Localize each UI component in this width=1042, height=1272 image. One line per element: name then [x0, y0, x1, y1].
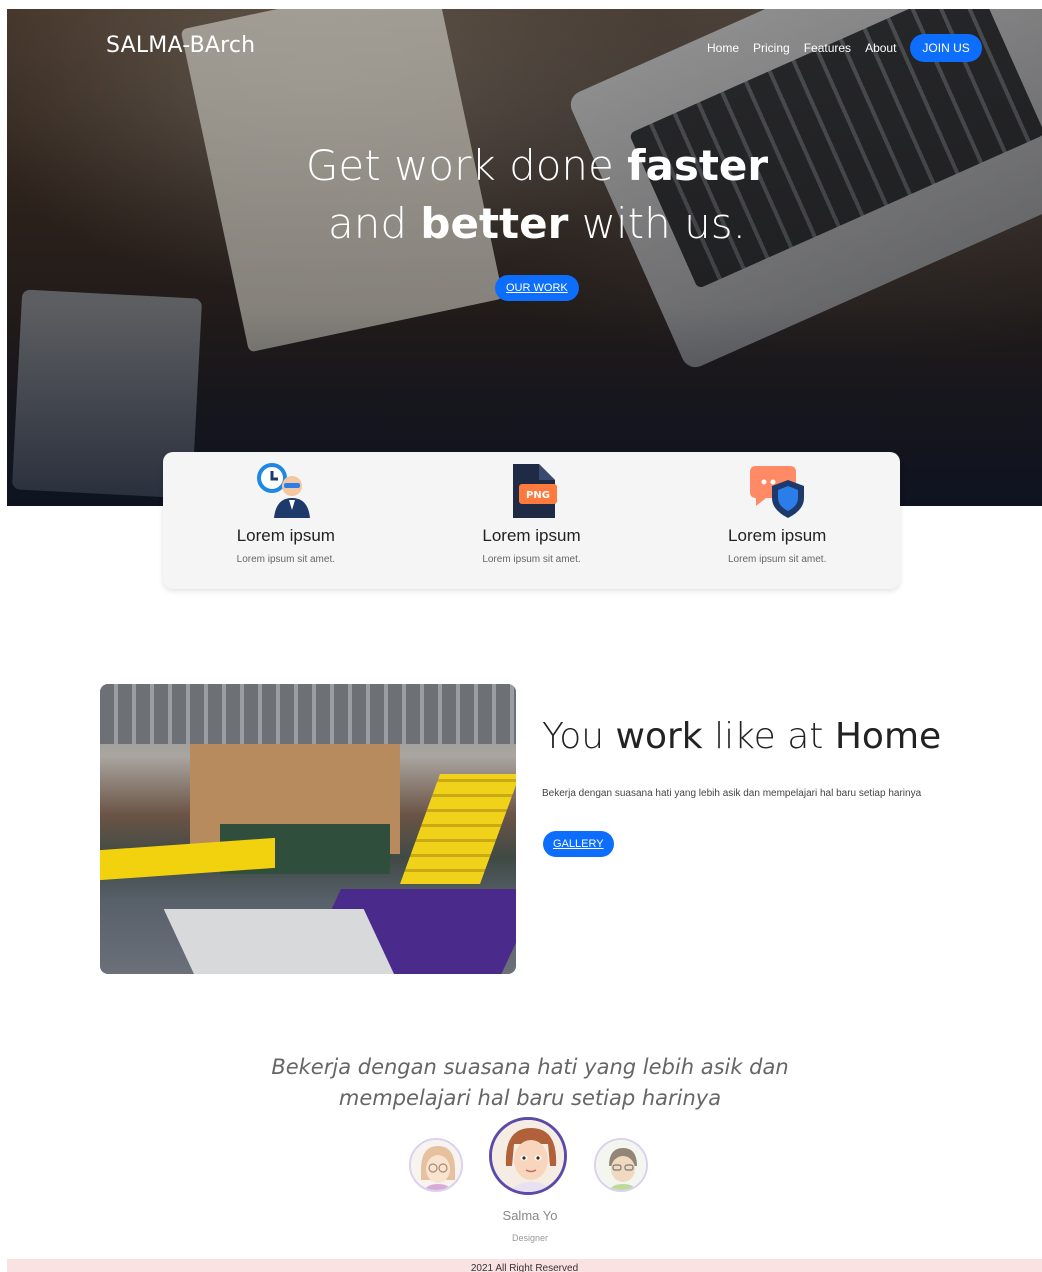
testimonial-quote: Bekerja dengan suasana hati yang lebih a…: [0, 1052, 1042, 1114]
hero-emphasis-faster: faster: [627, 141, 769, 190]
main-nav: Home Pricing Features About JOIN US: [707, 34, 982, 62]
join-us-button[interactable]: JOIN US: [910, 34, 982, 62]
hero-text: and: [328, 199, 421, 248]
feature-title: Lorem ipsum: [236, 526, 335, 545]
our-work-button[interactable]: OUR WORK: [495, 275, 579, 301]
png-file-icon: PNG: [409, 462, 655, 520]
work-description: Bekerja dengan suasana hati yang lebih a…: [542, 788, 922, 799]
chat-shield-icon: [654, 462, 900, 520]
photo-foosball-table: [163, 909, 397, 974]
nav-about[interactable]: About: [865, 41, 896, 55]
photo-ceiling: [100, 684, 516, 744]
avatar-next[interactable]: [594, 1138, 648, 1192]
avatar-active[interactable]: [489, 1117, 567, 1195]
work-title-text: You: [542, 716, 616, 757]
feature-text: Lorem ipsum sit amet.: [482, 554, 581, 565]
quote-line: Bekerja dengan suasana hati yang lebih a…: [271, 1055, 789, 1079]
feature-title: Lorem ipsum: [728, 526, 827, 545]
quote-line: mempelajari hal baru setiap harinya: [338, 1086, 722, 1110]
feature-card: Lorem ipsum Lorem ipsum sit amet.: [163, 452, 409, 589]
hero-text: Get work done: [305, 141, 628, 190]
nav-pricing[interactable]: Pricing: [753, 41, 790, 55]
work-title-text: like at: [702, 716, 835, 757]
office-photo: [100, 684, 516, 974]
nav-home[interactable]: Home: [707, 41, 739, 55]
brand-logo[interactable]: SALMA-BArch: [106, 33, 255, 58]
gallery-button[interactable]: GALLERY: [543, 831, 614, 857]
footer-copyright: 2021 All Right Reserved: [470, 1263, 579, 1272]
testimonial-name: Salma Yo: [502, 1208, 558, 1223]
feature-text: Lorem ipsum sit amet.: [236, 554, 336, 565]
hero-line1: Get work done faster: [306, 141, 768, 190]
work-title-emphasis: work: [615, 716, 703, 757]
work-title-emphasis: Home: [834, 716, 942, 757]
hero-emphasis-better: better: [420, 199, 569, 248]
svg-text:PNG: PNG: [526, 490, 550, 501]
work-title: You work like at Home: [542, 716, 941, 757]
feature-title: Lorem ipsum: [482, 526, 581, 545]
avatar-prev[interactable]: [409, 1138, 463, 1192]
hero-text: with us.: [568, 199, 746, 248]
hero-overlay: [7, 9, 1042, 506]
hero-headline: Get work done faster and better with us.: [7, 137, 1042, 253]
testimonial-role: Designer: [511, 1233, 549, 1243]
photo-stairs: [399, 774, 516, 884]
hero-section: SALMA-BArch Home Pricing Features About …: [7, 9, 1042, 506]
feature-card: Lorem ipsum Lorem ipsum sit amet.: [654, 452, 900, 589]
feature-text: Lorem ipsum sit amet.: [727, 554, 827, 565]
features-panel: Lorem ipsum Lorem ipsum sit amet. PNG Lo…: [163, 452, 900, 589]
hero-line2: and better with us.: [328, 199, 746, 248]
footer: 2021 All Right Reserved: [7, 1259, 1042, 1272]
feature-card: PNG Lorem ipsum Lorem ipsum sit amet.: [409, 452, 655, 589]
clock-user-icon: [163, 462, 409, 520]
nav-features[interactable]: Features: [804, 41, 851, 55]
